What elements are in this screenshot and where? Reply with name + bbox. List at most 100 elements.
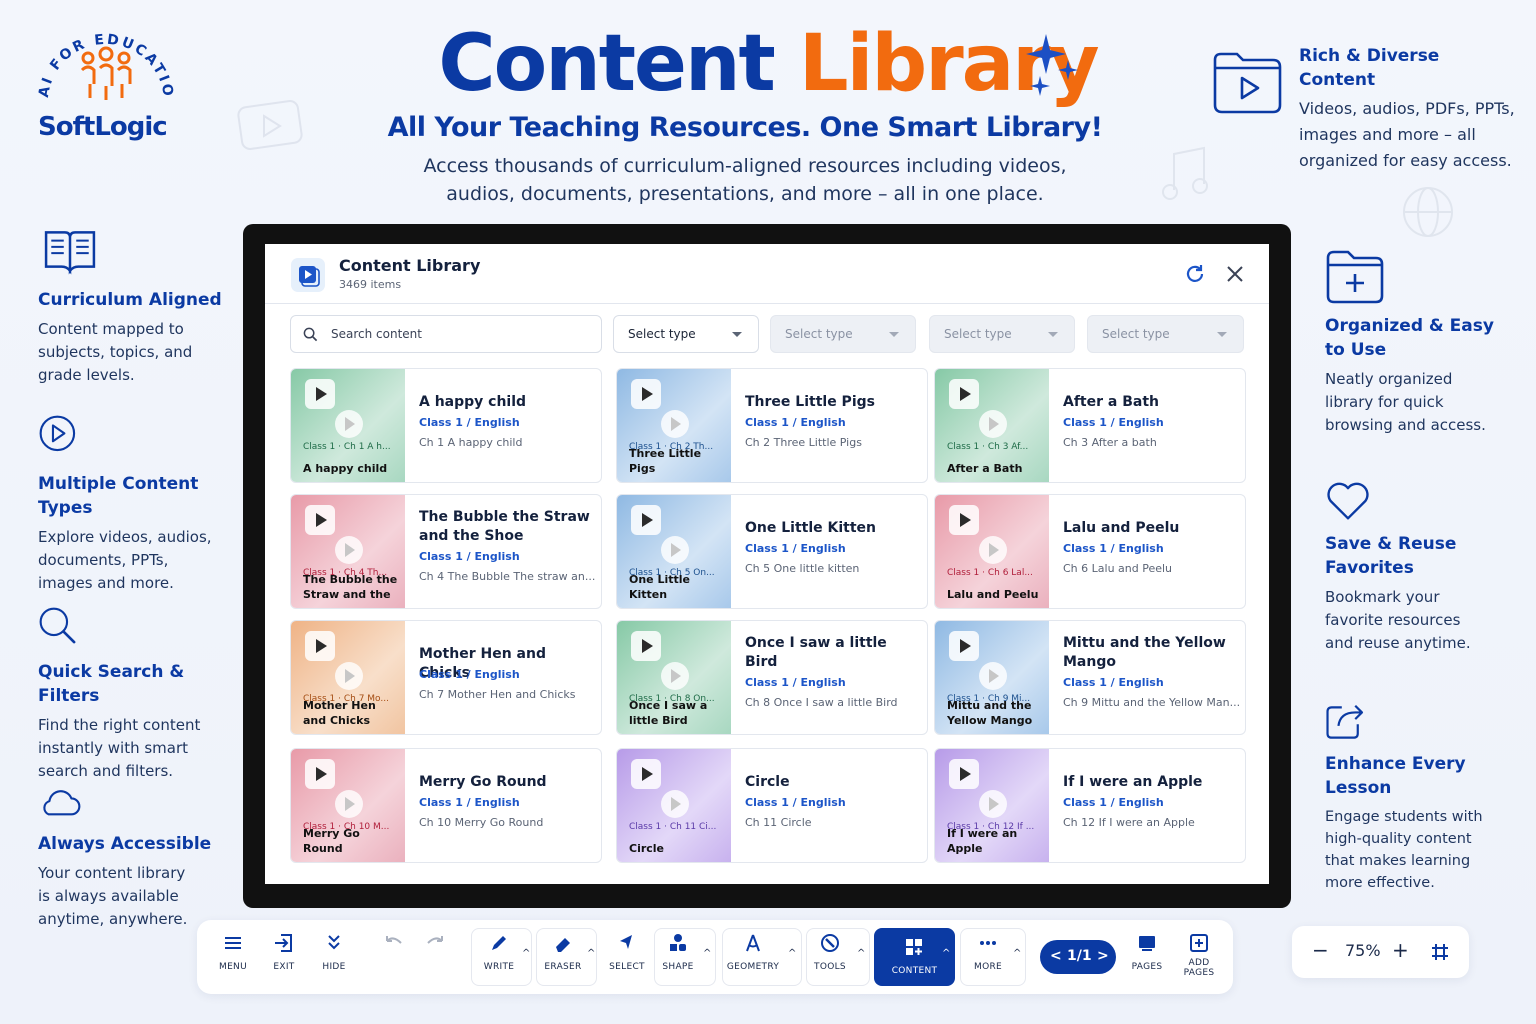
pages-button[interactable]: PAGES bbox=[1129, 932, 1165, 984]
video-thumbnail[interactable]: Class 1 · Ch 9 Mi... Mittu and the Yellow… bbox=[935, 621, 1049, 734]
play-icon[interactable] bbox=[335, 790, 363, 818]
feature-text-line: and reuse anytime. bbox=[1325, 634, 1471, 652]
card-title: Lalu and Peelu bbox=[1063, 520, 1180, 536]
feature-title: Curriculum Aligned bbox=[38, 290, 222, 310]
feature-text-line: subjects, topics, and bbox=[38, 343, 193, 361]
video-thumbnail[interactable]: Class 1 · Ch 2 Th... Three Little Pigs bbox=[617, 369, 731, 482]
filter-select-2[interactable]: Select type bbox=[770, 315, 916, 353]
chevron-up-icon[interactable]: ^ bbox=[703, 948, 713, 959]
video-thumbnail[interactable]: Class 1 · Ch 7 Mo... Mother Hen and Chick… bbox=[291, 621, 405, 734]
content-card[interactable]: Class 1 · Ch 9 Mi... Mittu and the Yellow… bbox=[934, 620, 1246, 735]
content-card[interactable]: Class 1 · Ch 11 Ci... Circle Circle Class 1… bbox=[616, 748, 928, 863]
refresh-icon[interactable] bbox=[1183, 262, 1207, 286]
close-icon[interactable] bbox=[1223, 262, 1247, 286]
play-icon[interactable] bbox=[661, 410, 689, 438]
book-icon bbox=[44, 231, 96, 275]
chevron-left-icon[interactable]: < bbox=[1050, 948, 1062, 964]
feature-text-line: search and filters. bbox=[38, 762, 174, 780]
hide-label: HIDE bbox=[322, 962, 346, 972]
zoom-controls: − 75% + bbox=[1292, 926, 1469, 978]
play-icon[interactable] bbox=[979, 536, 1007, 564]
card-class: Class 1 / English bbox=[745, 416, 846, 429]
page-pager[interactable]: < 1/1 > bbox=[1040, 940, 1116, 974]
exit-button[interactable]: EXIT bbox=[267, 932, 301, 984]
play-icon[interactable] bbox=[661, 536, 689, 564]
play-icon[interactable] bbox=[661, 790, 689, 818]
card-chapter: Ch 3 After a bath bbox=[1063, 436, 1157, 449]
video-thumbnail[interactable]: Class 1 · Ch 12 If ... If I were an Apple bbox=[935, 749, 1049, 862]
write-button[interactable]: WRITE bbox=[479, 932, 519, 984]
more-button[interactable]: MORE bbox=[969, 932, 1007, 984]
video-thumbnail[interactable]: Class 1 · Ch 4 Th... The Bubble the Straw… bbox=[291, 495, 405, 608]
filter-select-4[interactable]: Select type bbox=[1087, 315, 1244, 353]
video-thumbnail[interactable]: Class 1 · Ch 8 On... Once I saw a little … bbox=[617, 621, 731, 734]
select-label: Select type bbox=[628, 327, 696, 341]
item-count: 3469 items bbox=[339, 278, 402, 291]
video-type-icon bbox=[949, 631, 979, 661]
feature-favorites: Save & Reuse Favorites Bookmark your fav… bbox=[1325, 480, 1525, 655]
video-type-icon bbox=[949, 505, 979, 535]
video-thumbnail[interactable]: Class 1 · Ch 1 A h... A happy child bbox=[291, 369, 405, 482]
chevron-up-icon[interactable]: ^ bbox=[1013, 948, 1023, 959]
video-type-icon bbox=[949, 759, 979, 789]
content-card[interactable]: Class 1 · Ch 10 M... Merry Go Round Merry … bbox=[290, 748, 602, 863]
content-grid-icon bbox=[906, 939, 922, 955]
chevron-up-icon[interactable]: ^ bbox=[942, 948, 952, 959]
feature-text-line: library for quick bbox=[1325, 393, 1444, 411]
grid-icon[interactable] bbox=[1430, 942, 1450, 962]
video-thumbnail[interactable]: Class 1 · Ch 5 On... One Little Kitten bbox=[617, 495, 731, 608]
chevron-up-icon[interactable]: ^ bbox=[587, 948, 597, 959]
card-class: Class 1 / English bbox=[419, 668, 520, 681]
content-card[interactable]: Class 1 · Ch 6 Lal... Lalu and Peelu Lalu … bbox=[934, 494, 1246, 609]
zoom-in-button[interactable]: + bbox=[1392, 938, 1409, 962]
geometry-button[interactable]: GEOMETRY bbox=[725, 932, 781, 984]
menu-icon bbox=[225, 937, 241, 949]
select-button[interactable]: SELECT bbox=[607, 932, 647, 984]
eraser-icon bbox=[556, 938, 570, 952]
video-thumbnail[interactable]: Class 1 · Ch 11 Ci... Circle bbox=[617, 749, 731, 862]
play-icon[interactable] bbox=[661, 662, 689, 690]
filter-select-3[interactable]: Select type bbox=[929, 315, 1075, 353]
cloud-icon bbox=[43, 790, 81, 816]
eraser-button[interactable]: ERASER bbox=[542, 932, 584, 984]
content-card[interactable]: Class 1 · Ch 2 Th... Three Little Pigs Thr… bbox=[616, 368, 928, 483]
chevron-up-icon[interactable]: ^ bbox=[522, 948, 532, 959]
search-input[interactable]: Search content bbox=[290, 315, 602, 353]
chevron-down-icon bbox=[1048, 332, 1058, 337]
menu-button[interactable]: MENU bbox=[215, 932, 251, 984]
card-class: Class 1 / English bbox=[419, 416, 520, 429]
feature-text-line: images and more. bbox=[38, 574, 174, 592]
play-icon[interactable] bbox=[979, 410, 1007, 438]
chevron-up-icon[interactable]: ^ bbox=[857, 948, 867, 959]
type-filter-select[interactable]: Select type bbox=[613, 315, 759, 353]
content-card[interactable]: Class 1 · Ch 3 Af... After a Bath After a … bbox=[934, 368, 1246, 483]
hide-button[interactable]: HIDE bbox=[317, 932, 351, 984]
content-card[interactable]: Class 1 · Ch 1 A h... A happy child A happ… bbox=[290, 368, 602, 483]
chevrons-down-icon bbox=[328, 935, 340, 950]
video-thumbnail[interactable]: Class 1 · Ch 3 Af... After a Bath bbox=[935, 369, 1049, 482]
content-card[interactable]: Class 1 · Ch 8 On... Once I saw a little … bbox=[616, 620, 928, 735]
play-icon[interactable] bbox=[979, 790, 1007, 818]
undo-button[interactable] bbox=[381, 932, 405, 984]
content-card[interactable]: Class 1 · Ch 7 Mo... Mother Hen and Chick… bbox=[290, 620, 602, 735]
chevron-right-icon[interactable]: > bbox=[1097, 948, 1109, 964]
play-icon[interactable] bbox=[979, 662, 1007, 690]
play-icon[interactable] bbox=[335, 662, 363, 690]
content-card[interactable]: Class 1 · Ch 5 On... One Little Kitten One… bbox=[616, 494, 928, 609]
video-thumbnail[interactable]: Class 1 · Ch 10 M... Merry Go Round bbox=[291, 749, 405, 862]
content-card[interactable]: Class 1 · Ch 12 If ... If I were an Apple… bbox=[934, 748, 1246, 863]
play-icon[interactable] bbox=[335, 410, 363, 438]
search-icon bbox=[39, 607, 76, 644]
play-icon[interactable] bbox=[335, 536, 363, 564]
redo-button[interactable] bbox=[424, 932, 448, 984]
more-label: MORE bbox=[974, 962, 1002, 972]
shape-button[interactable]: SHAPE bbox=[660, 932, 696, 984]
folder-play-icon bbox=[1213, 52, 1282, 114]
add-pages-button[interactable]: ADD PAGES bbox=[1181, 932, 1217, 984]
feature-text-line: images and more – all bbox=[1299, 125, 1476, 144]
tools-button[interactable]: TOOLS bbox=[811, 932, 849, 984]
content-card[interactable]: Class 1 · Ch 4 Th... The Bubble the Straw… bbox=[290, 494, 602, 609]
video-thumbnail[interactable]: Class 1 · Ch 6 Lal... Lalu and Peelu bbox=[935, 495, 1049, 608]
chevron-up-icon[interactable]: ^ bbox=[788, 948, 798, 959]
zoom-out-button[interactable]: − bbox=[1312, 938, 1329, 962]
